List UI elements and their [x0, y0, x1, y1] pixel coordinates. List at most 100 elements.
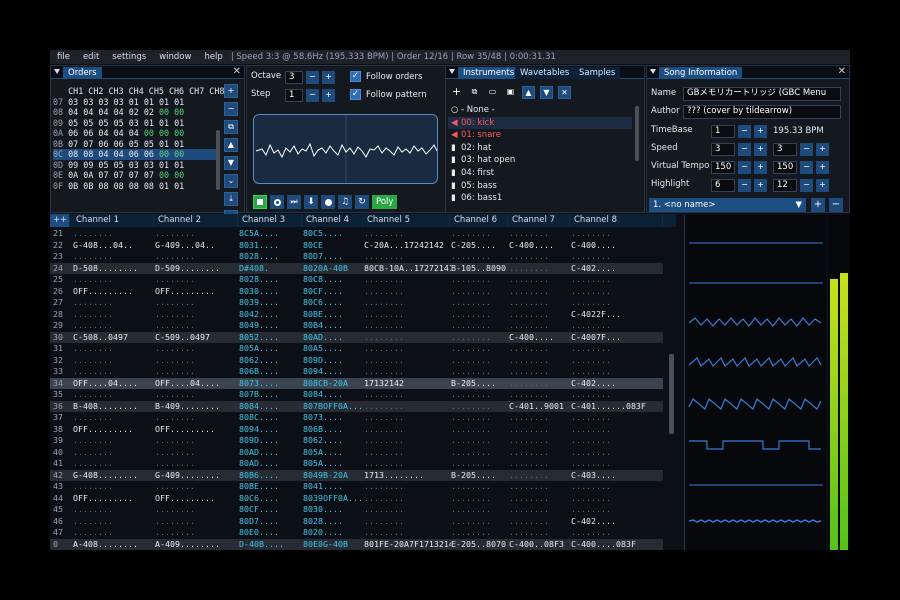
pattern-cell[interactable]: ........: [571, 343, 664, 355]
menu-edit[interactable]: edit: [76, 52, 105, 62]
order-cell[interactable]: 01: [159, 97, 169, 107]
pattern-row[interactable]: 28................ 8042.... 80BE..........…: [50, 309, 663, 321]
pattern-row[interactable]: 45................ 80CF.... 8030..........…: [50, 504, 663, 516]
step-input[interactable]: 1: [285, 89, 303, 102]
channel-header[interactable]: Channel 5: [363, 214, 450, 227]
order-row[interactable]: 0F 0B 0B 08 08 08 08 01 01: [53, 181, 218, 192]
pattern-cell[interactable]: C-401..9001: [509, 401, 571, 413]
pattern-cell[interactable]: 80D7....: [239, 516, 303, 528]
pattern-cell[interactable]: 8030....: [239, 286, 303, 298]
pattern-cell[interactable]: E-205..8070: [451, 539, 509, 551]
order-cell[interactable]: 08: [68, 149, 78, 159]
pattern-cell[interactable]: ........: [155, 343, 239, 355]
pattern-cell[interactable]: 805A....: [239, 343, 303, 355]
pattern-cell[interactable]: ........: [451, 424, 509, 436]
order-cell[interactable]: 08: [144, 181, 154, 191]
pattern-row[interactable]: 27................ 8039.... 80C6..........…: [50, 297, 663, 309]
pattern-cell[interactable]: ........: [364, 355, 451, 367]
pattern-cell[interactable]: 8020A-40B: [303, 263, 364, 275]
highlight-2-increase-button[interactable]: +: [816, 179, 829, 192]
pattern-cell[interactable]: ........: [73, 297, 155, 309]
pattern-cell[interactable]: ........: [155, 274, 239, 286]
pattern-cell[interactable]: ........: [509, 412, 571, 424]
add-icon[interactable]: +: [450, 86, 463, 99]
channel-header[interactable]: Channel 6: [450, 214, 508, 227]
octave-input[interactable]: 3: [285, 71, 303, 84]
pattern-scrollbar[interactable]: [669, 354, 674, 434]
pattern-cell[interactable]: ........: [509, 228, 571, 240]
pattern-cell[interactable]: ........: [155, 366, 239, 378]
pattern-cell[interactable]: ........: [451, 355, 509, 367]
order-cell[interactable]: 03: [83, 97, 93, 107]
pattern-cell[interactable]: B-408........: [73, 401, 155, 413]
pattern-cell[interactable]: ........: [155, 251, 239, 263]
order-cell[interactable]: 03: [114, 97, 124, 107]
order-cell[interactable]: 03: [129, 118, 139, 128]
speed-2-increase-button[interactable]: +: [816, 143, 829, 156]
poly-button[interactable]: Poly: [372, 195, 398, 209]
pattern-cell[interactable]: 80AD....: [239, 458, 303, 470]
pattern-cell[interactable]: ........: [73, 458, 155, 470]
pattern-cell[interactable]: ........: [509, 516, 571, 528]
pattern-cell[interactable]: ........: [73, 309, 155, 321]
order-cell[interactable]: 07: [114, 170, 124, 180]
pattern-cell[interactable]: C-400....: [509, 332, 571, 344]
open-icon[interactable]: ▭: [486, 86, 499, 99]
pattern-cell[interactable]: ........: [451, 389, 509, 401]
order-cell[interactable]: 00: [144, 128, 154, 138]
order-cell[interactable]: 02: [144, 107, 154, 117]
pattern-cell[interactable]: ........: [155, 412, 239, 424]
collapse-icon[interactable]: [650, 69, 656, 74]
pattern-cell[interactable]: ........: [73, 228, 155, 240]
pattern-cell[interactable]: ........: [509, 378, 571, 390]
order-cell[interactable]: 01: [159, 181, 169, 191]
order-row[interactable]: 0A 06 06 04 04 04 00 00 00: [53, 128, 218, 139]
pattern-cell[interactable]: OFF.........: [73, 493, 155, 505]
speed-1-increase-button[interactable]: +: [754, 143, 767, 156]
pattern-cell[interactable]: ........: [364, 309, 451, 321]
pattern-cell[interactable]: ........: [364, 343, 451, 355]
pattern-cell[interactable]: C-4007F...: [571, 332, 664, 344]
pattern-cell[interactable]: ........: [571, 424, 664, 436]
pattern-cell[interactable]: ........: [451, 320, 509, 332]
pattern-cell[interactable]: ........: [73, 504, 155, 516]
pattern-cell[interactable]: ........: [571, 297, 664, 309]
channel-header[interactable]: Channel 8: [570, 214, 663, 227]
pattern-cell[interactable]: 8028....: [239, 274, 303, 286]
octave-increase-button[interactable]: +: [322, 71, 335, 84]
highlight-1-increase-button[interactable]: +: [754, 179, 767, 192]
pattern-cell[interactable]: 806B....: [239, 366, 303, 378]
instrument-item[interactable]: ▮ 04: first: [448, 167, 632, 180]
instrument-item[interactable]: ◀ 01: snare: [448, 129, 632, 142]
order-cell[interactable]: 04: [83, 107, 93, 117]
pattern-cell[interactable]: ........: [451, 493, 509, 505]
order-row[interactable]: 0B 07 07 06 06 05 05 01 01: [53, 139, 218, 150]
pattern-cell[interactable]: ........: [571, 366, 664, 378]
pattern-cell[interactable]: 8028....: [239, 251, 303, 263]
pattern-cell[interactable]: ........: [451, 527, 509, 539]
order-cell[interactable]: 01: [159, 160, 169, 170]
pattern-cell[interactable]: ........: [509, 320, 571, 332]
pattern-cell[interactable]: D-40B....: [239, 539, 303, 551]
timebase-increase-button[interactable]: +: [754, 125, 767, 138]
pattern-cell[interactable]: 80A5....: [303, 343, 364, 355]
pattern-cell[interactable]: OFF.........: [155, 493, 239, 505]
order-cell[interactable]: 05: [114, 160, 124, 170]
pattern-cell[interactable]: 8073....: [239, 378, 303, 390]
pattern-cell[interactable]: ........: [571, 286, 664, 298]
timebase-decrease-button[interactable]: −: [738, 125, 751, 138]
pattern-cell[interactable]: C-402....: [571, 516, 664, 528]
order-cell[interactable]: 01: [144, 97, 154, 107]
order-cell[interactable]: 00: [174, 170, 184, 180]
play-from-start-icon[interactable]: ⏭: [287, 195, 301, 209]
metronome-icon[interactable]: ♫: [338, 195, 352, 209]
play-icon[interactable]: [270, 195, 284, 209]
pattern-cell[interactable]: 80E0G-40B: [303, 539, 364, 551]
pattern-row[interactable]: 21................ 8C5A.... 80C5..........…: [50, 228, 663, 240]
pattern-cell[interactable]: ........: [571, 274, 664, 286]
virtual-tempo-input-2[interactable]: 150: [773, 161, 797, 174]
pattern-cell[interactable]: B-205....: [451, 470, 509, 482]
pattern-cell[interactable]: ........: [571, 251, 664, 263]
pattern-cell[interactable]: 808CB-20A: [303, 378, 364, 390]
pattern-row[interactable]: 40................ 80AD.... 805A..........…: [50, 447, 663, 459]
